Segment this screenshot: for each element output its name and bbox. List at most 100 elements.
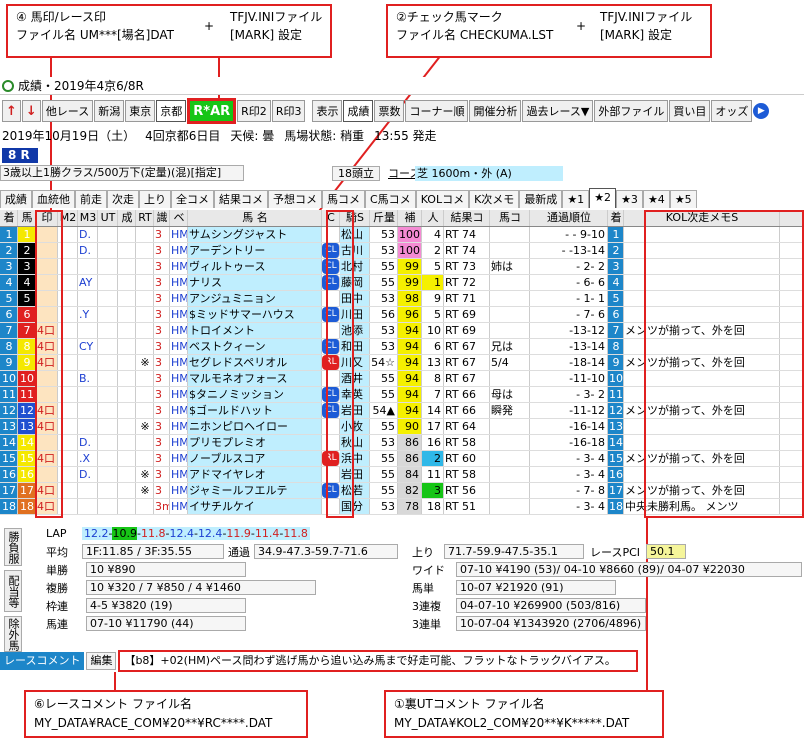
tab-6[interactable]: 結果コメ [214, 190, 268, 208]
external-file-button[interactable]: 外部ファイル [594, 100, 669, 122]
tab-10[interactable]: KOLコメ [415, 190, 470, 208]
corner-order-button[interactable]: コーナー順 [405, 100, 469, 122]
tab-13[interactable]: ★1 [562, 190, 590, 208]
tab-7[interactable]: 予想コメ [268, 190, 322, 208]
tab-1[interactable]: 血統他 [32, 190, 75, 208]
side-tab-silks[interactable]: 勝負服 [4, 528, 22, 566]
horse-comment [490, 435, 530, 450]
column-header[interactable]: 着 [0, 210, 18, 226]
finish-position: 15 [0, 451, 18, 466]
kaime-button[interactable]: 買い目 [669, 100, 711, 122]
column-header[interactable]: UT [98, 210, 118, 226]
horse-comment [490, 275, 530, 290]
rt-mark: ※ [136, 467, 154, 482]
horse-name: アーデントリー [188, 243, 322, 258]
tab-15[interactable]: ★3 [616, 190, 643, 208]
seiseki-button[interactable]: 成績 [343, 100, 374, 122]
column-header[interactable]: 成 [118, 210, 136, 226]
finish-position: 3 [0, 259, 18, 274]
race-mark-button[interactable]: R*AR [187, 98, 237, 124]
tab-4[interactable]: 上り [139, 190, 171, 208]
column-header[interactable]: 斤量 [370, 210, 398, 226]
column-header[interactable]: 人 [422, 210, 444, 226]
callout-race-comment: ⑥レースコメント ファイル名 MY_DATA¥RACE_COM¥20**¥RC*… [24, 690, 308, 738]
tab-2[interactable]: 前走 [75, 190, 107, 208]
horse-comment: 姉は [490, 259, 530, 274]
mark-m3: D. [78, 467, 98, 482]
race-mark2-button[interactable]: R印2 [237, 100, 271, 122]
finish-position-2: 7 [608, 323, 624, 338]
column-header[interactable]: 補 [398, 210, 422, 226]
growth-cell [118, 275, 136, 290]
base-cell: HM [171, 291, 188, 306]
column-header[interactable]: 着 [608, 210, 624, 226]
finish-position: 14 [0, 435, 18, 450]
rt-mark [136, 339, 154, 354]
venue-kyoto-button[interactable]: 京都 [156, 100, 187, 122]
column-header[interactable]: 馬コ [490, 210, 530, 226]
tab-8[interactable]: 馬コメ [322, 190, 365, 208]
base-cell: HM [171, 419, 188, 434]
passing-order: - 3- 4 [530, 499, 608, 514]
mark-m3: B. [78, 371, 98, 386]
memo-column-highlight [644, 210, 804, 518]
column-header[interactable]: ベ [170, 210, 188, 226]
horse-number: 7 [18, 323, 36, 338]
edit-comment-button[interactable]: 編集 [86, 652, 117, 670]
tab-5[interactable]: 全コメ [171, 190, 214, 208]
tab-17[interactable]: ★5 [669, 190, 697, 208]
tab-12[interactable]: 最新成 [519, 190, 563, 208]
tab-3[interactable]: 次走 [107, 190, 139, 208]
column-header[interactable]: 識 [154, 210, 170, 226]
mark-m3 [78, 291, 98, 306]
agari-label: 上り [412, 545, 434, 559]
passing-order: - - 9-10 [530, 227, 608, 242]
race-comment-tab[interactable]: レースコメント [0, 652, 85, 670]
play-icon[interactable]: ▶ [753, 103, 770, 119]
lap-time: 12.4 [169, 527, 194, 540]
horse-name: $タニノミッション [188, 387, 322, 402]
other-race-button[interactable]: 他レース [41, 100, 94, 122]
column-header[interactable]: 通過順位 [530, 210, 608, 226]
kaisai-analysis-button[interactable]: 開催分析 [469, 100, 522, 122]
class-id: 3 [154, 371, 170, 386]
odds-button[interactable]: オッズ [711, 100, 753, 122]
tab-9[interactable]: C馬コメ [365, 190, 416, 208]
venue-tokyo-button[interactable]: 東京 [125, 100, 156, 122]
passing-order: -13-12 [530, 323, 608, 338]
mark-m3: .X [78, 451, 98, 466]
mark-m3: .Y [78, 307, 98, 322]
race-mark3-button[interactable]: R印3 [271, 100, 306, 122]
hyosu-button[interactable]: 票数 [374, 100, 405, 122]
toolbar: ↑ ↓ 他レース 新潟 東京 京都 R*AR R印2 R印3 表示 成績 票数 … [0, 98, 804, 124]
ut-cell [98, 275, 118, 290]
column-header[interactable]: 結果コ [444, 210, 490, 226]
passing-order: - 6- 6 [530, 275, 608, 290]
venue-niigata-button[interactable]: 新潟 [94, 100, 125, 122]
umatan-label: 馬単 [412, 581, 434, 595]
tab-16[interactable]: ★4 [642, 190, 670, 208]
horse-name: マルモネオフォース [188, 371, 322, 386]
side-tab-payouts[interactable]: 配当等 [4, 570, 22, 612]
rating: 86 [398, 451, 422, 466]
avg-label: 平均 [46, 545, 68, 559]
lap-panel: 勝負服 配当等 除外馬 LAP 12.2-10.9-11.8-12.4-12.4… [0, 522, 804, 652]
class-id: 3 [154, 307, 170, 322]
tab-14[interactable]: ★2 [589, 188, 617, 208]
past-race-button[interactable]: 過去レース▼ [522, 100, 594, 122]
rating: 100 [398, 243, 422, 258]
prev-race-button[interactable]: ↑ [2, 100, 21, 122]
column-header[interactable]: RT [136, 210, 154, 226]
side-tab-excluded[interactable]: 除外馬 [4, 616, 22, 652]
race-comment-text[interactable]: 【b8】+02(HM)ペース問わず逃げ馬から追い込み馬まで好走可能、フラットなト… [118, 650, 639, 672]
column-header[interactable]: 馬 [18, 210, 36, 226]
ut-cell [98, 355, 118, 370]
mark-m3 [78, 355, 98, 370]
next-race-button[interactable]: ↓ [21, 100, 41, 122]
tab-11[interactable]: K次メモ [469, 190, 520, 208]
popularity: 18 [422, 499, 444, 514]
column-header[interactable]: 馬 名 [188, 210, 322, 226]
lap-times: 12.2-10.9-11.8-12.4-12.4-11.9-11.4-11.8 [82, 527, 310, 540]
column-header[interactable]: M3 [78, 210, 98, 226]
tab-0[interactable]: 成績 [0, 190, 32, 208]
